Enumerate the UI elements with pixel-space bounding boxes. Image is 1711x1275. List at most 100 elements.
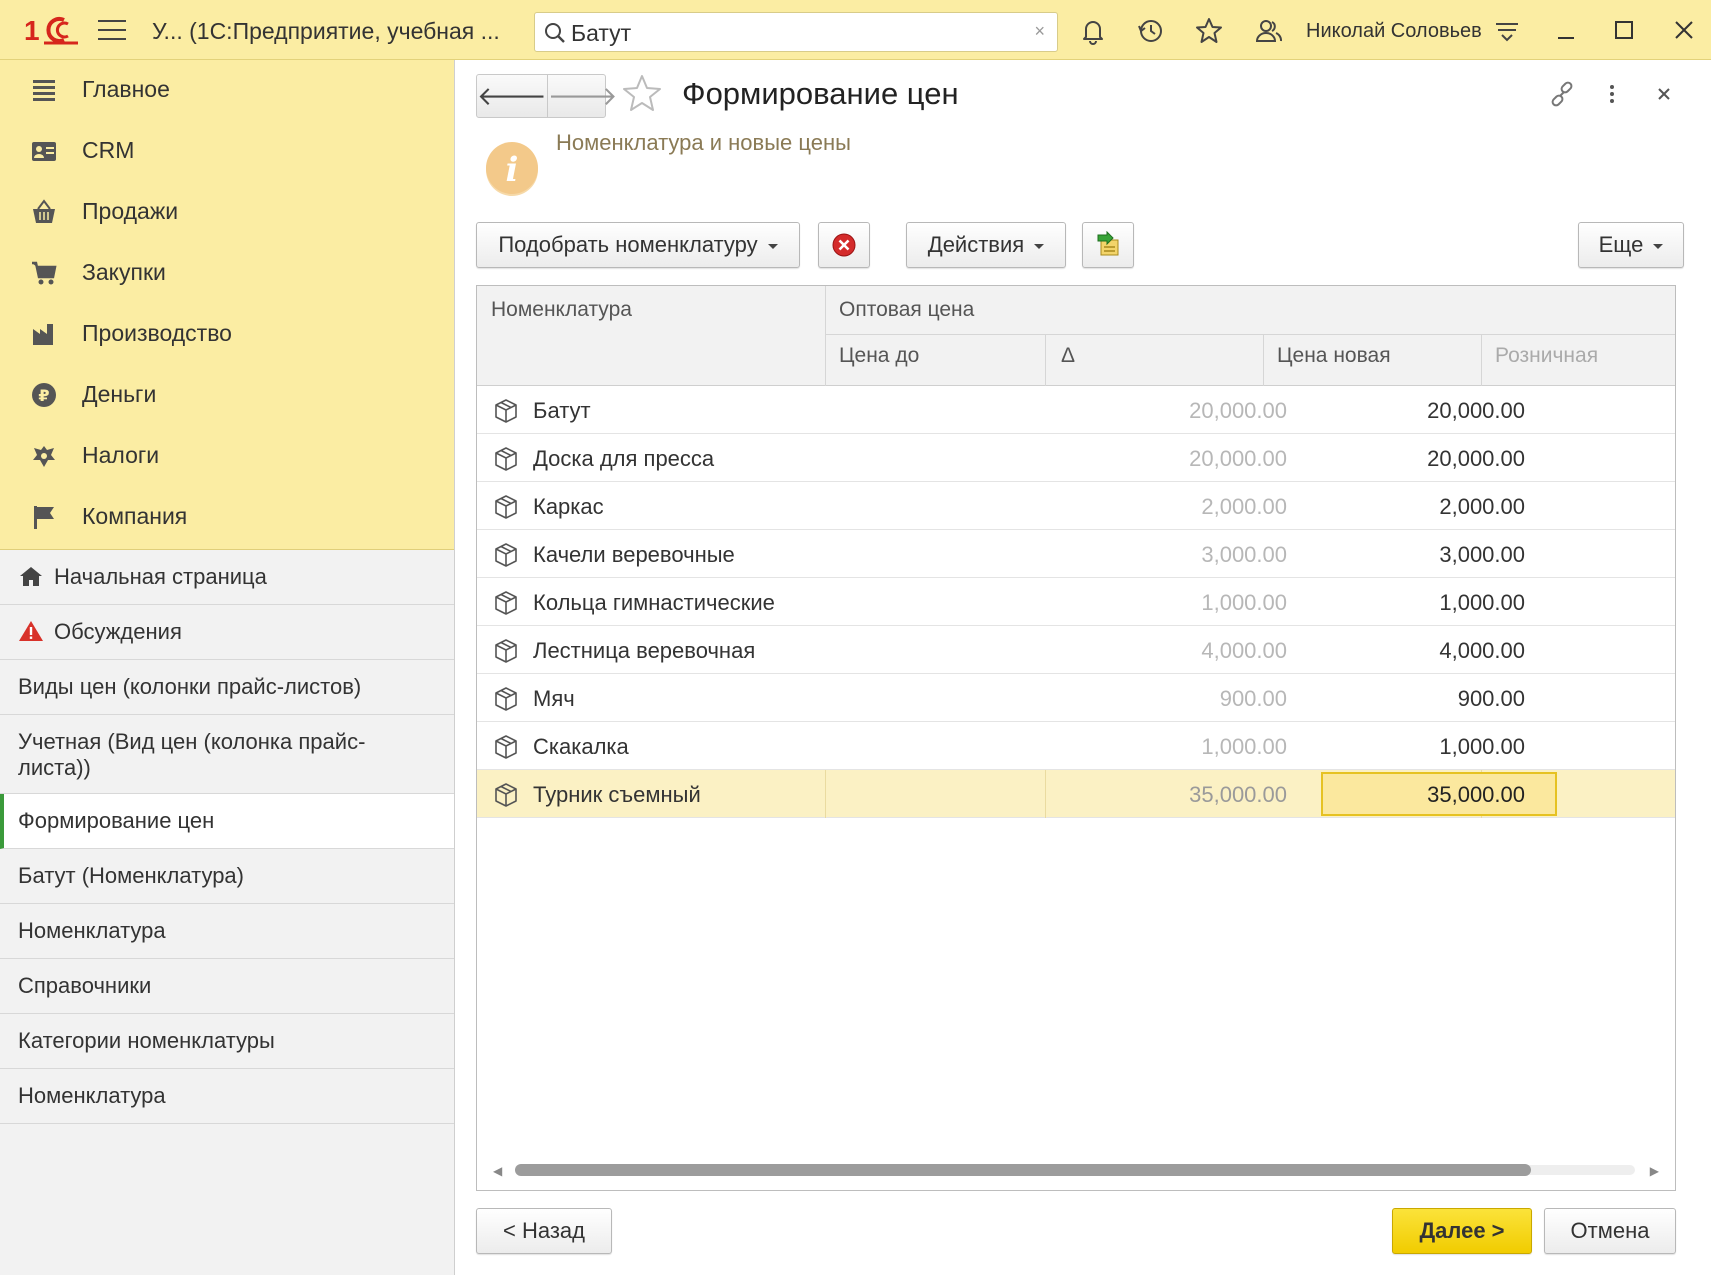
col-price-new[interactable]: Цена новая: [1277, 344, 1391, 368]
price-old: 1,000.00: [1201, 590, 1287, 615]
table-row[interactable]: Скакалка 1,000.00 1,000.00: [477, 722, 1675, 770]
section-label: Налоги: [82, 442, 160, 468]
item-name: Качели веревочные: [533, 542, 735, 567]
table-row[interactable]: Кольца гимнастические 1,000.00 1,000.00: [477, 578, 1675, 626]
col-nomenclature[interactable]: Номенклатура: [491, 298, 632, 322]
basket-icon: [33, 199, 55, 223]
table-row[interactable]: Турник съемный 35,000.00 35,000.00: [477, 770, 1675, 818]
close-window-icon[interactable]: [1670, 16, 1698, 44]
main-menu-icon[interactable]: [98, 20, 126, 42]
delete-button[interactable]: [818, 222, 870, 268]
product-box-icon: [495, 495, 517, 519]
users-icon[interactable]: [1254, 16, 1284, 46]
section-label: Продажи: [82, 198, 179, 224]
price-new[interactable]: 1,000.00: [1315, 590, 1525, 616]
delete-icon: [832, 233, 856, 257]
section-sales[interactable]: Продажи: [0, 182, 454, 243]
open-item-discussions[interactable]: Обсуждения: [0, 605, 454, 660]
item-name: Лестница веревочная: [533, 638, 756, 663]
product-box-icon: [495, 783, 517, 807]
dropdown-caret-icon: [1653, 243, 1664, 249]
menu-icon: [33, 80, 55, 101]
back-arrow-button[interactable]: 🡐: [477, 75, 547, 117]
section-label: Закупки: [82, 259, 166, 285]
open-item-catalogs[interactable]: Справочники: [0, 959, 454, 1014]
price-new[interactable]: 2,000.00: [1315, 494, 1525, 520]
section-company[interactable]: Компания: [0, 487, 454, 548]
price-new[interactable]: 900.00: [1315, 686, 1525, 712]
history-icon[interactable]: [1136, 16, 1166, 46]
scroll-right-icon[interactable]: ▶: [1650, 1164, 1659, 1178]
favorite-star-icon[interactable]: [620, 72, 664, 116]
1c-logo-icon[interactable]: 1: [24, 14, 78, 46]
table-row[interactable]: Мяч 900.00 900.00: [477, 674, 1675, 722]
back-button[interactable]: < Назад: [476, 1208, 612, 1254]
open-item-trampoline[interactable]: Батут (Номенклатура): [0, 849, 454, 904]
col-group-wholesale[interactable]: Оптовая цена: [839, 298, 974, 322]
open-item-nomenclature[interactable]: Номенклатура: [0, 904, 454, 959]
open-item-nomenclature-2[interactable]: Номенклатура: [0, 1069, 454, 1124]
table-row[interactable]: Батут 20,000.00 20,000.00: [477, 386, 1675, 434]
table-row[interactable]: Доска для пресса 20,000.00 20,000.00: [477, 434, 1675, 482]
search-box[interactable]: ×: [534, 12, 1058, 52]
cancel-button[interactable]: Отмена: [1544, 1208, 1676, 1254]
more-vertical-icon[interactable]: [1598, 80, 1626, 108]
search-input[interactable]: [571, 19, 1011, 47]
table-row[interactable]: Каркас 2,000.00 2,000.00: [477, 482, 1675, 530]
section-label: Деньги: [82, 381, 157, 407]
price-new[interactable]: 4,000.00: [1315, 638, 1525, 664]
section-money[interactable]: ₽ Деньги: [0, 365, 454, 426]
price-new[interactable]: 20,000.00: [1315, 446, 1525, 472]
price-new[interactable]: 20,000.00: [1315, 398, 1525, 424]
current-user[interactable]: Николай Соловьев: [1306, 20, 1482, 43]
scroll-thumb[interactable]: [515, 1164, 1531, 1176]
table-row[interactable]: Качели веревочные 3,000.00 3,000.00: [477, 530, 1675, 578]
open-item-categories[interactable]: Категории номенклатуры: [0, 1014, 454, 1069]
horizontal-scrollbar[interactable]: ◀ ▶: [491, 1162, 1661, 1178]
section-main[interactable]: Главное: [0, 60, 454, 121]
price-old: 20,000.00: [1189, 398, 1287, 423]
product-box-icon: [495, 687, 517, 711]
price-new[interactable]: 3,000.00: [1315, 542, 1525, 568]
open-item-price-forming[interactable]: Формирование цен: [0, 794, 454, 849]
search-clear-icon[interactable]: ×: [1034, 21, 1045, 42]
settings-menu-icon[interactable]: [1492, 16, 1522, 46]
maximize-icon[interactable]: [1610, 16, 1638, 44]
section-label: Компания: [82, 503, 188, 529]
section-taxes[interactable]: Налоги: [0, 426, 454, 487]
actions-button[interactable]: Действия: [906, 222, 1066, 268]
forward-arrow-button[interactable]: 🡒: [546, 75, 617, 117]
prices-table[interactable]: Номенклатура Оптовая цена Цена до Δ Цена…: [476, 285, 1676, 1191]
bell-icon[interactable]: [1078, 16, 1108, 46]
export-button[interactable]: [1082, 222, 1134, 268]
price-new[interactable]: 35,000.00: [1315, 782, 1525, 808]
table-row[interactable]: Лестница веревочная 4,000.00 4,000.00: [477, 626, 1675, 674]
col-retail[interactable]: Розничная: [1495, 344, 1598, 368]
open-item-accounting-price[interactable]: Учетная (Вид цен (колонка прайс-листа)): [0, 715, 454, 794]
item-name: Кольца гимнастические: [533, 590, 775, 615]
app-title: У... (1С:Предприятие, учебная ...: [152, 18, 500, 44]
product-box-icon: [495, 735, 517, 759]
minimize-icon[interactable]: [1552, 16, 1580, 44]
section-production[interactable]: Производство: [0, 304, 454, 365]
section-purchases[interactable]: Закупки: [0, 243, 454, 304]
scroll-left-icon[interactable]: ◀: [493, 1164, 502, 1178]
emblem-icon: [33, 446, 55, 467]
item-name: Каркас: [533, 494, 604, 519]
link-icon[interactable]: [1548, 80, 1576, 108]
open-item-price-types[interactable]: Виды цен (колонки прайс-листов): [0, 660, 454, 715]
section-crm[interactable]: CRM: [0, 121, 454, 182]
close-form-icon[interactable]: [1650, 80, 1678, 108]
product-box-icon: [495, 399, 517, 423]
more-button[interactable]: Еще: [1578, 222, 1684, 268]
favorites-star-icon[interactable]: [1194, 16, 1224, 46]
next-button[interactable]: Далее >: [1392, 1208, 1532, 1254]
col-delta[interactable]: Δ: [1061, 344, 1075, 368]
open-item-home[interactable]: Начальная страница: [0, 550, 454, 605]
contacts-icon: [32, 142, 56, 161]
dropdown-caret-icon: [767, 243, 778, 249]
price-new[interactable]: 1,000.00: [1315, 734, 1525, 760]
sidebar: Главное CRM Продажи Закупки Производство…: [0, 60, 455, 1275]
col-price-before[interactable]: Цена до: [839, 344, 919, 368]
pick-nomenclature-button[interactable]: Подобрать номенклатуру: [476, 222, 800, 268]
